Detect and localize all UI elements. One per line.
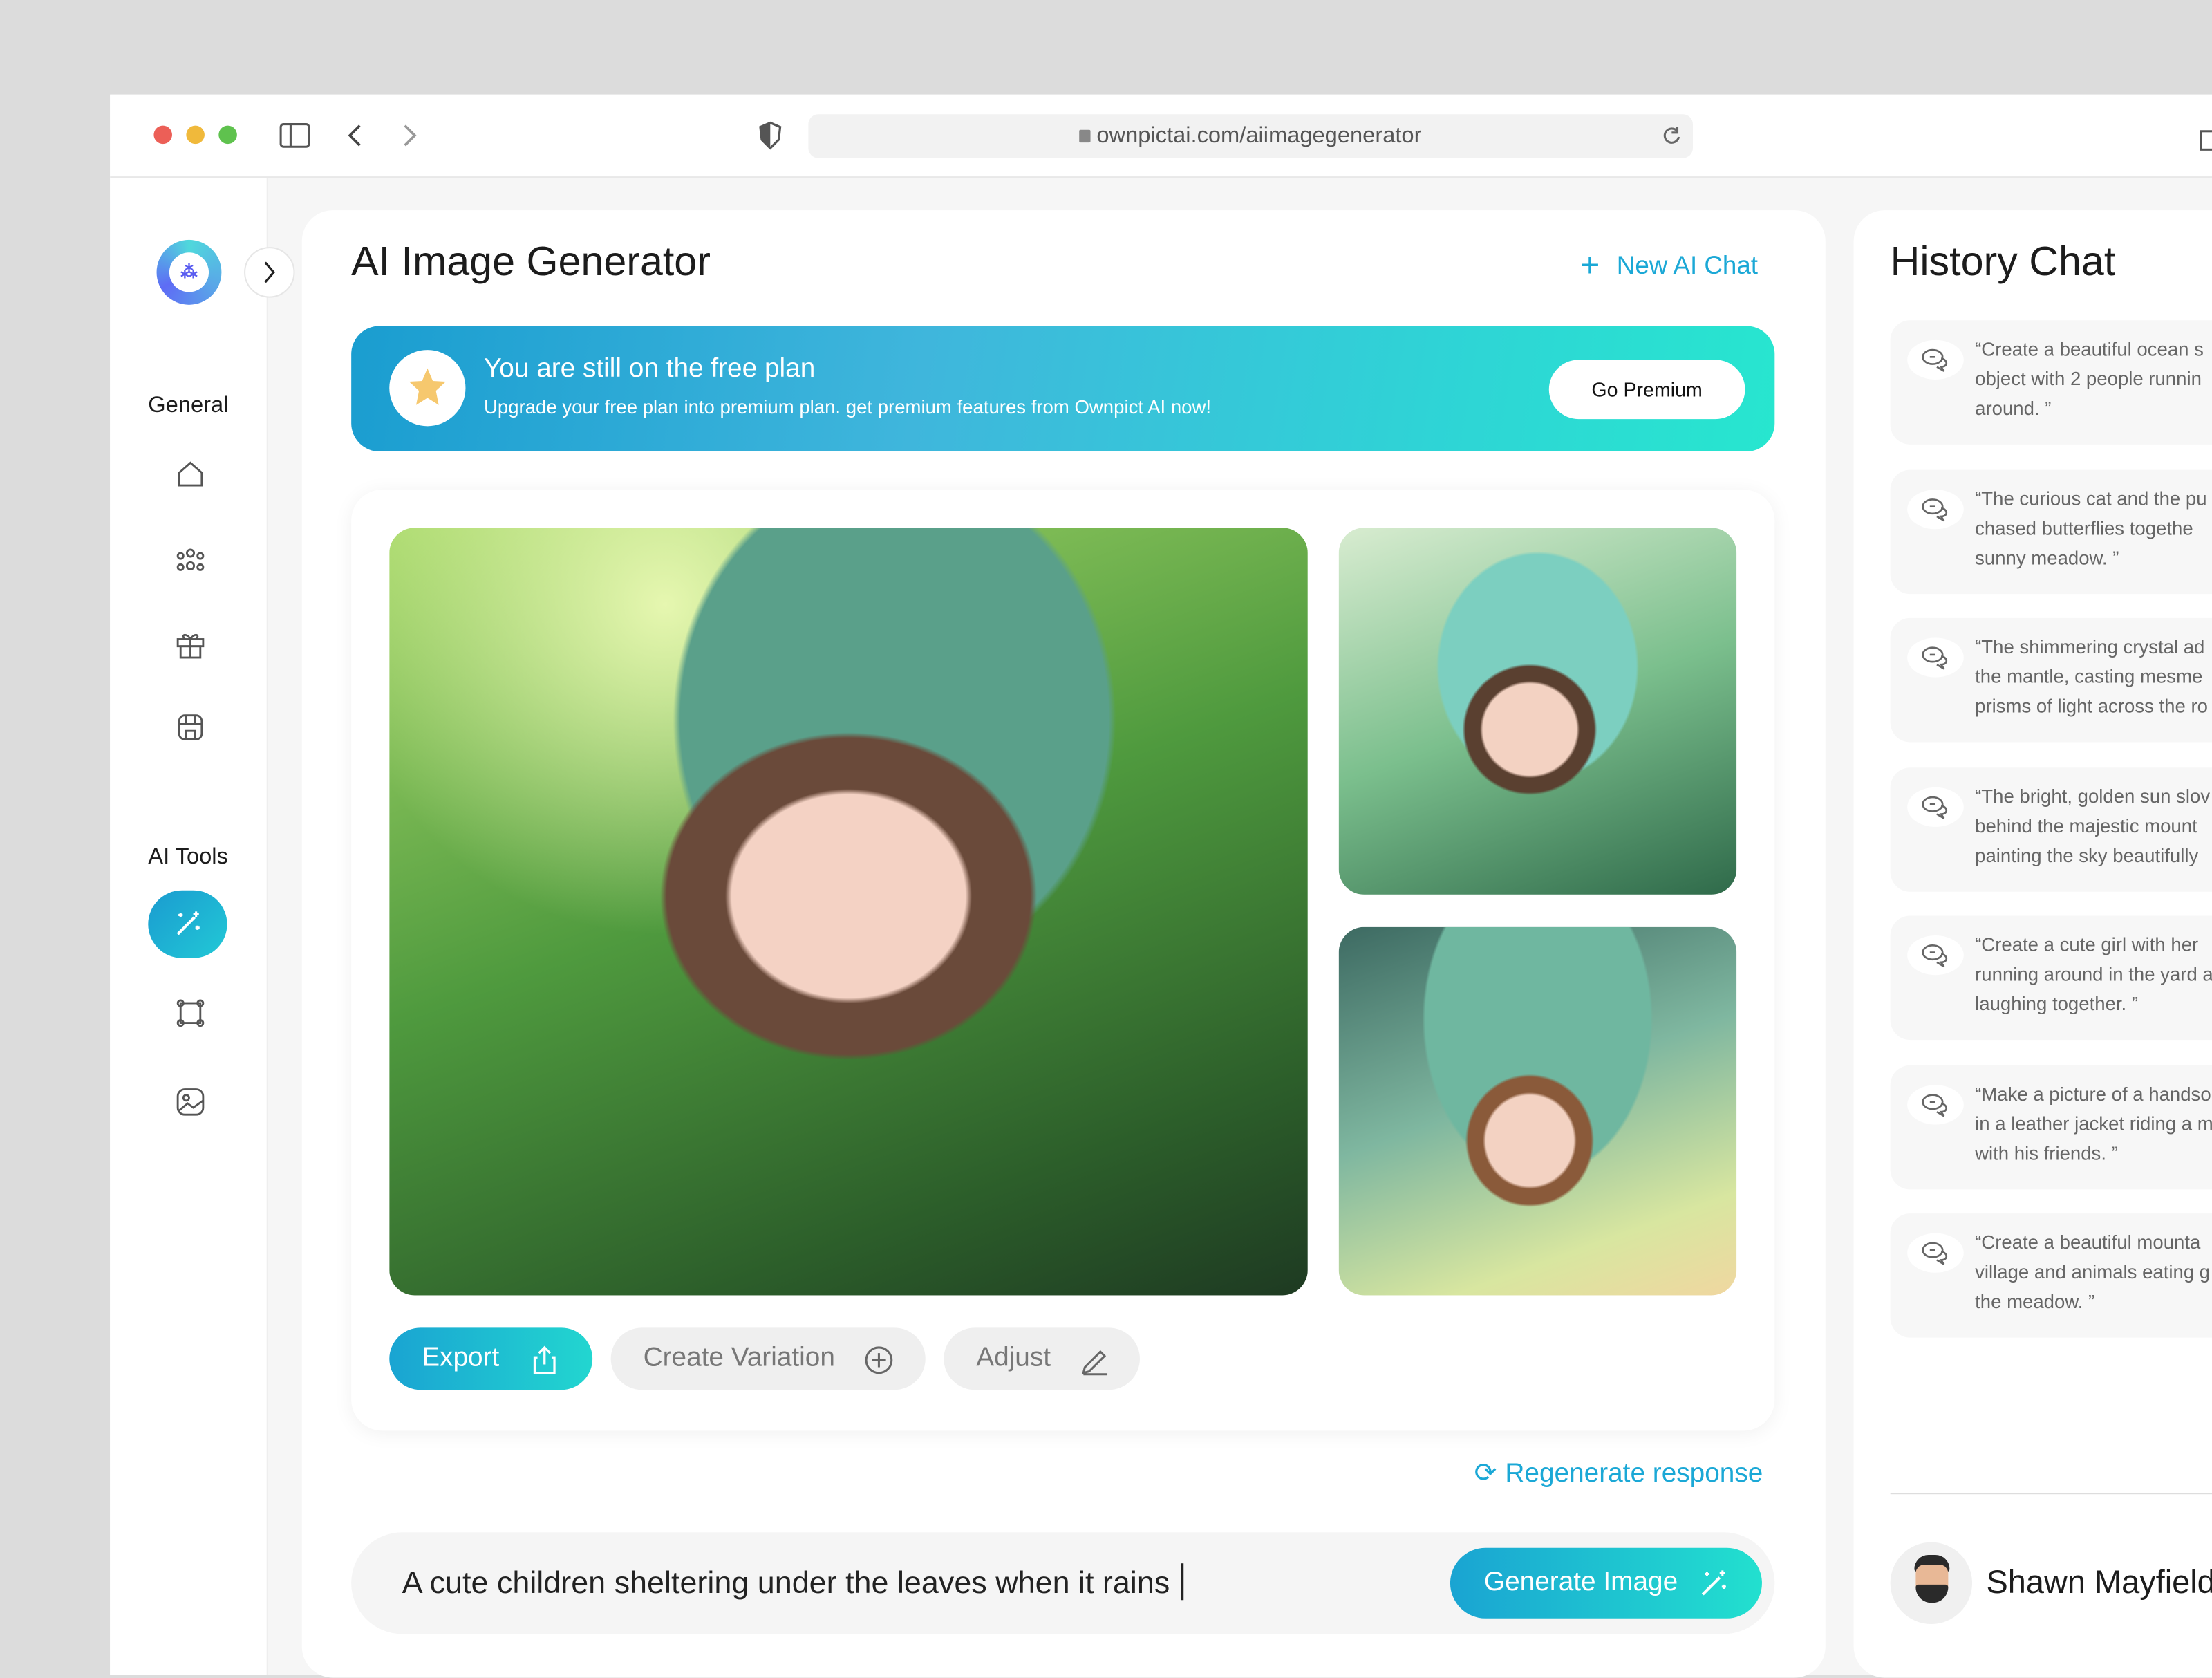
avatar[interactable] — [1890, 1542, 1973, 1624]
back-icon[interactable] — [344, 123, 364, 149]
plus-icon: + — [1580, 247, 1600, 286]
regenerate-response-button[interactable]: ⟳ Regenerate response — [1474, 1457, 1763, 1490]
divider — [1890, 1493, 2212, 1495]
pencil-icon — [1082, 1350, 1108, 1376]
share-icon[interactable] — [2198, 123, 2212, 151]
reload-icon[interactable] — [1662, 126, 1682, 146]
premium-banner: You are still on the free plan Upgrade y… — [351, 326, 1775, 452]
history-item[interactable]: “Make a picture of a handso in a leather… — [1890, 1065, 2212, 1190]
history-item-text: “The bright, golden sun slov behind the … — [1975, 785, 2211, 867]
history-item-text: “The shimmering crystal ad the mantle, c… — [1975, 636, 2208, 717]
history-item-text: “Make a picture of a handso in a leather… — [1975, 1083, 2212, 1164]
generated-image-2[interactable] — [1338, 528, 1737, 895]
new-ai-chat-button[interactable]: + New AI Chat — [1580, 247, 1758, 286]
home-icon — [178, 461, 203, 487]
chat-bubbles-icon — [1922, 498, 1948, 522]
new-ai-chat-label: New AI Chat — [1616, 251, 1758, 280]
history-item-text: “Create a beautiful ocean s object with … — [1975, 338, 2204, 420]
chat-bubbles-icon — [1922, 1094, 1948, 1117]
sidebar-item-store[interactable] — [175, 711, 206, 743]
history-item[interactable]: “Create a cute girl with her running aro… — [1890, 915, 2212, 1041]
magic-wand-icon — [1701, 1570, 1726, 1596]
plus-circle-icon — [865, 1346, 893, 1374]
history-item[interactable]: “The shimmering crystal ad the mantle, c… — [1890, 617, 2212, 743]
lock-icon — [1079, 129, 1091, 143]
address-bar[interactable]: ownpictai.com/aiimagegenerator — [808, 114, 1693, 158]
chat-bubble-icon-wrap — [1907, 1233, 1964, 1273]
user-name: Shawn Mayfield — [1986, 1563, 2212, 1601]
history-item[interactable]: “Create a beautiful mounta village and a… — [1890, 1213, 2212, 1338]
page-title: AI Image Generator — [351, 239, 711, 286]
prompt-input[interactable]: A cute children sheltering under the lea… — [402, 1563, 1183, 1601]
chat-bubble-icon-wrap — [1907, 935, 1964, 976]
history-title: History Chat — [1890, 239, 2116, 286]
prompt-text: A cute children sheltering under the lea… — [402, 1565, 1170, 1601]
expand-sidebar-button[interactable] — [244, 247, 295, 298]
history-item-text: “Create a beautiful mounta village and a… — [1975, 1231, 2211, 1312]
gift-icon — [176, 633, 205, 659]
generated-image-main[interactable] — [389, 528, 1308, 1296]
text-cursor — [1181, 1563, 1183, 1601]
shield-icon — [759, 121, 782, 150]
adjust-label: Adjust — [976, 1343, 1051, 1373]
sidebar-item-home[interactable] — [175, 458, 206, 490]
sidebar-item-crop[interactable] — [175, 998, 206, 1029]
star-icon — [409, 368, 446, 405]
forward-icon[interactable] — [401, 123, 421, 149]
refresh-icon: ⟳ — [1474, 1459, 1497, 1489]
chat-bubbles-icon — [1922, 944, 1948, 968]
sidebar-item-gifts[interactable] — [175, 629, 206, 660]
magic-wand-icon — [176, 911, 200, 935]
url-text: ownpictai.com/aiimagegenerator — [1096, 124, 1422, 149]
sidebar-toggle-icon[interactable] — [279, 123, 310, 149]
chat-bubbles-icon — [1922, 348, 1948, 372]
maximize-window-button[interactable] — [218, 125, 237, 145]
create-variation-label: Create Variation — [643, 1343, 835, 1373]
image-icon — [176, 1088, 205, 1116]
store-icon — [178, 714, 203, 740]
export-label: Export — [422, 1343, 500, 1373]
go-premium-button[interactable]: Go Premium — [1548, 360, 1745, 420]
regenerate-label: Regenerate response — [1505, 1459, 1763, 1489]
create-variation-button[interactable]: Create Variation — [610, 1327, 926, 1390]
close-window-button[interactable] — [153, 125, 172, 145]
chevron-right-icon — [264, 261, 276, 283]
prompt-bar: A cute children sheltering under the lea… — [351, 1532, 1775, 1634]
chat-bubble-icon-wrap — [1907, 637, 1964, 678]
history-item[interactable]: “Create a beautiful ocean s object with … — [1890, 320, 2212, 445]
history-item-text: “Create a cute girl with her running aro… — [1975, 934, 2212, 1015]
chat-bubbles-icon — [1922, 796, 1948, 819]
chat-bubbles-icon — [1922, 1242, 1948, 1265]
upload-share-icon — [533, 1345, 556, 1374]
chat-bubbles-icon — [1922, 646, 1948, 670]
sidebar-item-images[interactable] — [175, 1086, 206, 1117]
generate-image-button[interactable]: Generate Image — [1450, 1547, 1762, 1619]
chat-bubble-icon-wrap — [1907, 339, 1964, 380]
export-button[interactable]: Export — [389, 1327, 593, 1390]
banner-subtitle: Upgrade your free plan into premium plan… — [483, 396, 1212, 418]
community-icon — [176, 548, 205, 571]
chat-bubble-icon-wrap — [1907, 787, 1964, 827]
section-label-ai-tools: AI Tools — [148, 845, 228, 870]
generate-image-label: Generate Image — [1483, 1567, 1678, 1598]
app-logo: ⁂ — [156, 239, 222, 305]
history-item[interactable]: “The bright, golden sun slov behind the … — [1890, 767, 2212, 892]
sidebar-item-ai-image[interactable] — [148, 890, 227, 958]
history-item-text: “The curious cat and the pu chased butte… — [1975, 488, 2207, 569]
chat-bubble-icon-wrap — [1907, 490, 1964, 530]
section-label-general: General — [148, 393, 229, 418]
minimize-window-button[interactable] — [186, 125, 205, 145]
star-badge — [389, 350, 466, 427]
chat-bubble-icon-wrap — [1907, 1085, 1964, 1125]
adjust-button[interactable]: Adjust — [944, 1327, 1140, 1390]
banner-title: You are still on the free plan — [483, 354, 816, 384]
generated-image-3[interactable] — [1338, 926, 1737, 1296]
sidebar-item-community[interactable] — [175, 545, 206, 576]
browser-toolbar: ownpictai.com/aiimagegenerator — [110, 94, 2212, 178]
history-item[interactable]: “The curious cat and the pu chased butte… — [1890, 469, 2212, 595]
crop-frame-icon — [176, 999, 205, 1027]
